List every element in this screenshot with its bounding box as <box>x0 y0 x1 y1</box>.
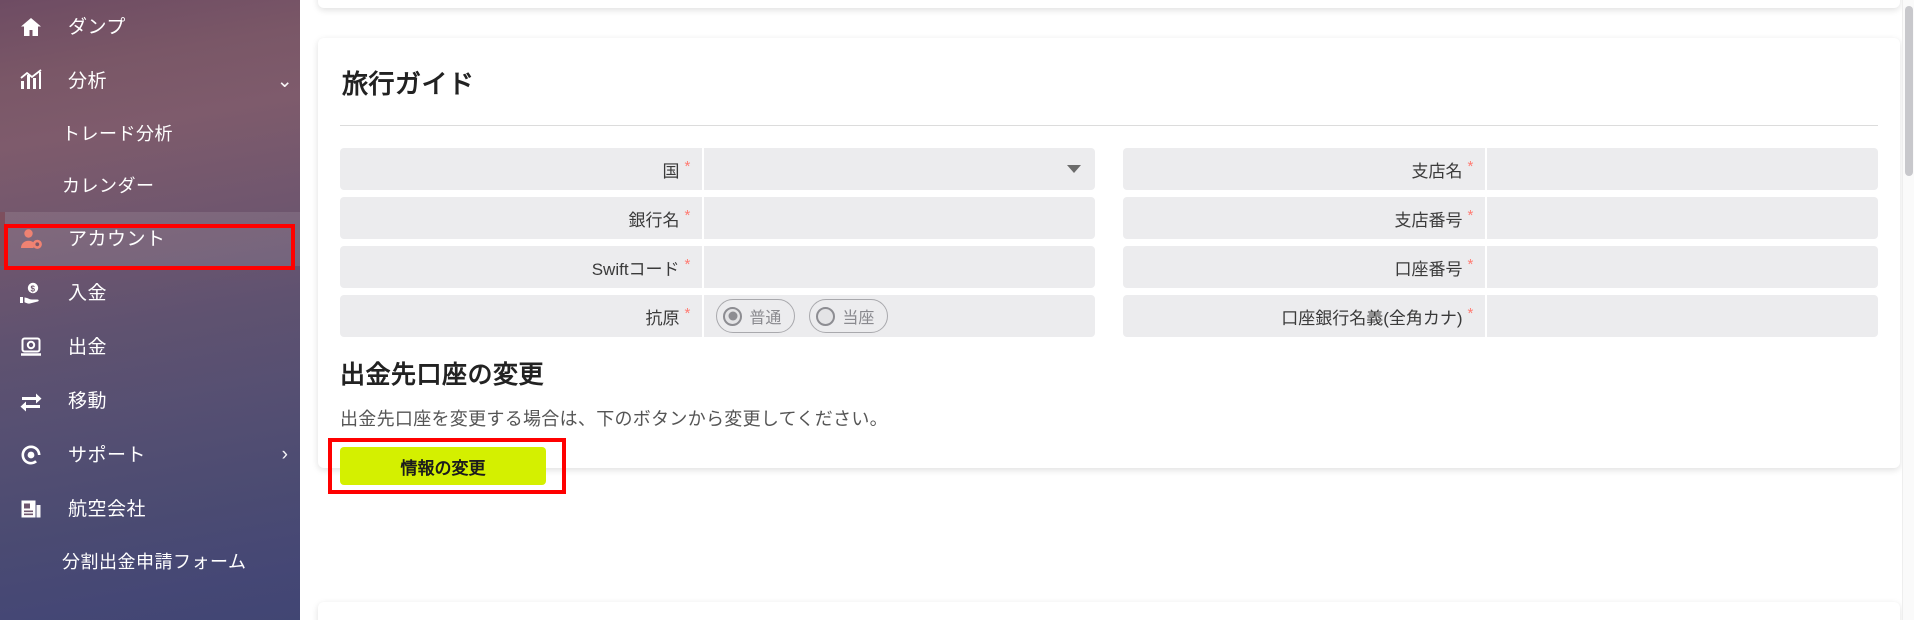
sidebar-item-label: 分析 <box>68 70 108 92</box>
change-info-button-wrapper: 情報の変更 <box>328 438 566 494</box>
sidebar-item-calendar[interactable]: カレンダー <box>0 160 300 212</box>
account-holder-kana-input[interactable] <box>1485 295 1878 337</box>
form-row-branch-number: 支店番号 * <box>1123 197 1878 239</box>
branch-name-input[interactable] <box>1485 148 1878 190</box>
sidebar-item-dump[interactable]: ダンプ <box>0 0 300 54</box>
required-mark: * <box>684 255 691 273</box>
change-info-button[interactable]: 情報の変更 <box>340 447 546 485</box>
form-label-text: Swiftコード <box>591 259 680 279</box>
travel-guide-card: 旅行ガイド 国 * 支店名 * 銀行名 * 支店番号 * Swiftコード * … <box>318 38 1900 494</box>
sidebar-item-label: トレード分析 <box>62 124 173 144</box>
form-row-account-number: 口座番号 * <box>1123 246 1878 288</box>
form-label-text: 口座銀行名義(全角カナ) <box>1281 308 1463 328</box>
withdraw-icon <box>18 334 52 360</box>
form-label-swift-code: Swiftコード * <box>340 246 703 288</box>
card-above-partial <box>318 0 1900 8</box>
sidebar-item-label: サポート <box>68 444 147 466</box>
sidebar-item-account[interactable]: アカウント <box>0 212 300 266</box>
page-scrollbar[interactable] <box>1902 0 1914 620</box>
required-mark: * <box>684 304 691 322</box>
change-account-title: 出金先口座の変更 <box>340 361 545 389</box>
sidebar-item-label: カレンダー <box>62 176 155 196</box>
radio-futsuu[interactable]: 普通 <box>716 299 796 333</box>
deposit-icon: $ <box>18 280 52 306</box>
form-label-text: 支店番号 <box>1394 210 1463 230</box>
sidebar-item-label: 入金 <box>68 282 108 304</box>
sidebar-item-analysis[interactable]: 分析 ⌄ <box>0 54 300 108</box>
form-row-swift-code: Swiftコード * <box>340 246 1095 288</box>
form-label-account-number: 口座番号 * <box>1123 246 1486 288</box>
bank-account-form: 国 * 支店名 * 銀行名 * 支店番号 * Swiftコード * 口座番号 *… <box>318 126 1900 337</box>
form-row-bank-name: 銀行名 * <box>340 197 1095 239</box>
form-label-text: 口座番号 <box>1394 259 1463 279</box>
account-type-radio-group: 普通 当座 <box>702 295 1095 337</box>
headset-icon <box>18 442 52 468</box>
required-mark: * <box>1467 304 1474 322</box>
required-mark: * <box>684 157 691 175</box>
app-root: ダンプ 分析 ⌄ トレード分析 カレンダー アカウント $ 入金 出金 移動 サ… <box>0 0 1914 620</box>
sidebar: ダンプ 分析 ⌄ トレード分析 カレンダー アカウント $ 入金 出金 移動 サ… <box>0 0 300 620</box>
home-icon <box>18 14 52 40</box>
sidebar-item-transfer[interactable]: 移動 <box>0 374 300 428</box>
chevron-right-icon[interactable]: › <box>270 444 300 466</box>
required-mark: * <box>1467 157 1474 175</box>
form-row-account-holder-kana: 口座銀行名義(全角カナ) * <box>1123 295 1878 337</box>
radio-label: 当座 <box>842 310 875 327</box>
change-account-section: 出金先口座の変更 出金先口座を変更する場合は、下のボタンから変更してください。 … <box>318 337 1900 494</box>
form-row-account-type: 抗原 * 普通 当座 <box>340 295 1095 337</box>
form-label-account-holder-kana: 口座銀行名義(全角カナ) * <box>1123 295 1486 337</box>
sidebar-item-label: ダンプ <box>68 16 126 38</box>
form-label-text: 国 <box>662 161 680 181</box>
radio-touza[interactable]: 当座 <box>809 299 889 333</box>
sidebar-item-label: アカウント <box>68 228 166 250</box>
form-label-country: 国 * <box>340 148 703 190</box>
form-label-text: 抗原 <box>645 308 680 328</box>
account-number-input[interactable] <box>1485 246 1878 288</box>
chevron-down-icon[interactable] <box>1067 165 1081 173</box>
form-label-text: 銀行名 <box>628 210 680 230</box>
change-account-description: 出金先口座を変更する場合は、下のボタンから変更してください。 <box>340 409 888 429</box>
sidebar-item-label: 航空会社 <box>68 498 147 520</box>
sidebar-item-airline[interactable]: 航空会社 <box>0 482 300 536</box>
scrollbar-thumb[interactable] <box>1905 6 1913 176</box>
main-content: 旅行ガイド 国 * 支店名 * 銀行名 * 支店番号 * Swiftコード * … <box>300 0 1914 620</box>
page-title: 旅行ガイド <box>342 69 475 99</box>
form-label-branch-number: 支店番号 * <box>1123 197 1486 239</box>
form-label-text: 支店名 <box>1411 161 1463 181</box>
chart-icon <box>18 68 52 94</box>
transfer-icon <box>18 388 52 414</box>
branch-number-input[interactable] <box>1485 197 1878 239</box>
radio-selected-icon <box>723 306 743 326</box>
required-mark: * <box>1467 206 1474 224</box>
svg-text:$: $ <box>31 284 36 293</box>
sidebar-item-withdraw[interactable]: 出金 <box>0 320 300 374</box>
sidebar-item-label: 分割出金申請フォーム <box>62 552 247 572</box>
user-gear-icon <box>18 226 52 252</box>
chevron-down-icon[interactable]: ⌄ <box>270 70 300 93</box>
radio-unselected-icon <box>816 306 836 326</box>
form-label-bank-name: 銀行名 * <box>340 197 703 239</box>
form-row-branch-name: 支店名 * <box>1123 148 1878 190</box>
required-mark: * <box>684 206 691 224</box>
sidebar-item-deposit[interactable]: $ 入金 <box>0 266 300 320</box>
sidebar-item-label: 出金 <box>68 336 108 358</box>
sidebar-item-split-withdrawal-form[interactable]: 分割出金申請フォーム <box>0 536 300 588</box>
sidebar-item-label: 移動 <box>68 390 108 412</box>
required-mark: * <box>1467 255 1474 273</box>
form-label-account-type: 抗原 * <box>340 295 703 337</box>
card-below-partial <box>318 602 1900 620</box>
news-icon <box>18 496 52 522</box>
sidebar-item-trade-analysis[interactable]: トレード分析 <box>0 108 300 160</box>
form-label-branch-name: 支店名 * <box>1123 148 1486 190</box>
swift-code-input[interactable] <box>702 246 1095 288</box>
radio-label: 普通 <box>749 310 782 327</box>
country-select[interactable] <box>702 148 1095 190</box>
bank-name-input[interactable] <box>702 197 1095 239</box>
sidebar-item-support[interactable]: サポート › <box>0 428 300 482</box>
form-row-country: 国 * <box>340 148 1095 190</box>
